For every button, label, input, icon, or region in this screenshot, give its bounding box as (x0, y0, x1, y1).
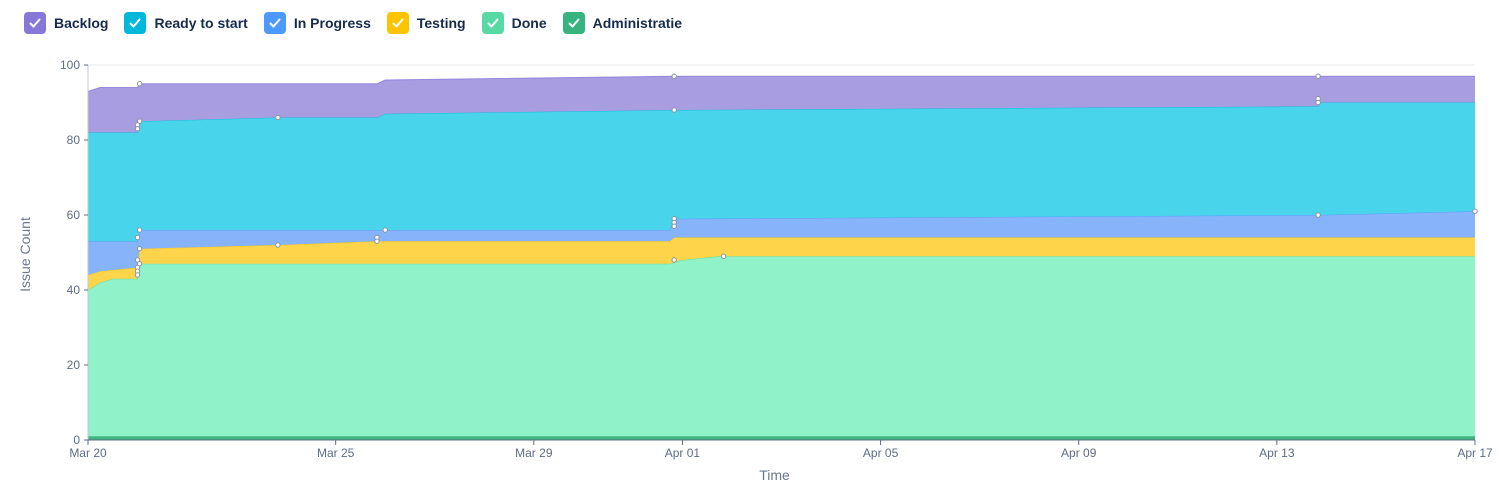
legend-label-ready-to-start: Ready to start (154, 15, 248, 31)
legend-checkbox-ready-to-start[interactable] (124, 12, 147, 34)
data-point (136, 246, 143, 252)
data-point (275, 242, 281, 248)
legend-item-done[interactable]: Done (481, 12, 547, 34)
checkmark-icon (269, 18, 281, 28)
data-point (671, 73, 677, 79)
legend-item-in-progress[interactable]: In Progress (263, 12, 371, 34)
y-tick-label: 40 (67, 283, 81, 297)
y-tick-label: 80 (67, 133, 81, 147)
y-axis-title: Issue Count (17, 217, 33, 292)
legend-checkbox-backlog[interactable] (24, 12, 46, 34)
area-done (88, 256, 1475, 437)
data-point (671, 107, 677, 113)
y-tick-label: 100 (60, 58, 80, 72)
data-point (1472, 208, 1478, 214)
data-point (374, 238, 380, 244)
chart-legend: Backlog Ready to start In Progress Testi… (24, 11, 698, 35)
data-point (136, 227, 143, 233)
x-tick-label: Apr 05 (863, 446, 899, 460)
legend-item-testing[interactable]: Testing (386, 12, 466, 34)
x-axis-title: Time (759, 467, 790, 483)
data-point (1315, 212, 1321, 218)
checkmark-icon (29, 18, 41, 28)
data-point (721, 253, 727, 259)
legend-label-done: Done (511, 15, 547, 31)
legend-item-administratie[interactable]: Administratie (562, 12, 683, 34)
data-point (134, 126, 141, 132)
data-point (136, 81, 143, 87)
data-point (671, 223, 677, 229)
x-tick-label: Apr 09 (1061, 446, 1097, 460)
checkmark-icon (129, 18, 141, 28)
legend-label-in-progress: In Progress (293, 15, 371, 31)
data-point (382, 227, 388, 233)
x-tick-label: Mar 25 (317, 446, 355, 460)
legend-item-backlog[interactable]: Backlog (24, 12, 108, 34)
y-tick-label: 60 (67, 208, 81, 222)
x-tick-label: Mar 29 (515, 446, 553, 460)
x-tick-label: Apr 17 (1457, 446, 1493, 460)
data-point (671, 257, 677, 263)
area-administratie (88, 436, 1475, 440)
data-point (1315, 99, 1321, 106)
y-tick-label: 20 (67, 358, 81, 372)
legend-label-administratie: Administratie (592, 15, 683, 31)
x-tick-label: Mar 20 (69, 446, 107, 460)
x-tick-label: Apr 01 (665, 446, 701, 460)
cumulative-flow-chart: 0 20 40 60 80 100 Mar 20 Mar 25 Mar 29 Apr 01 Apr … (17, 58, 1493, 483)
legend-checkbox-administratie[interactable] (562, 12, 585, 34)
checkmark-icon (568, 18, 580, 28)
legend-checkbox-done[interactable] (481, 12, 504, 34)
x-tick-label: Apr 13 (1259, 446, 1295, 460)
checkmark-icon (392, 18, 404, 28)
legend-item-ready-to-start[interactable]: Ready to start (124, 12, 248, 34)
data-point (134, 234, 141, 241)
legend-checkbox-in-progress[interactable] (263, 12, 286, 34)
checkmark-icon (487, 18, 499, 28)
y-tick-label: 0 (73, 433, 80, 447)
legend-checkbox-testing[interactable] (386, 12, 409, 34)
legend-label-backlog: Backlog (54, 15, 109, 31)
data-point (1315, 73, 1321, 79)
data-point (275, 114, 281, 121)
data-point (134, 272, 141, 278)
legend-label-testing: Testing (416, 15, 466, 31)
